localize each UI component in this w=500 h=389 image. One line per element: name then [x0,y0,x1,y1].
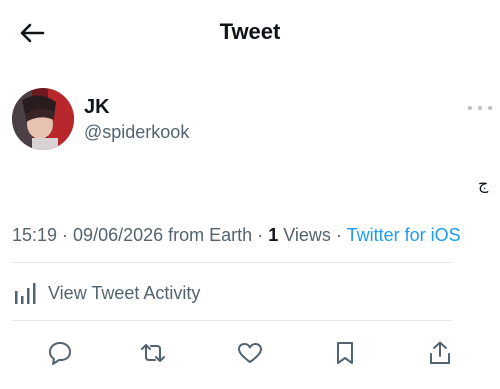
retweet-icon [141,344,165,362]
bookmark-icon [337,342,353,364]
page-title: Tweet [219,19,281,44]
tweet-source-link[interactable]: Twitter for iOS [347,225,461,245]
divider [12,320,452,321]
bookmark-button[interactable] [331,339,359,367]
view-tweet-activity-button[interactable]: View Tweet Activity [12,278,200,308]
retweet-button[interactable] [139,339,167,367]
tweet-time: 15:19 [12,225,58,245]
author-name[interactable]: JK [84,96,110,119]
avatar[interactable] [12,88,74,150]
share-button[interactable] [426,339,454,367]
reply-button[interactable] [46,339,74,367]
reply-icon [49,342,71,365]
tweet-text: ج [478,174,489,193]
views-label: Views [283,225,331,245]
tweet-location: from Earth [168,225,253,245]
more-options-button[interactable] [468,102,492,114]
heart-icon [238,343,262,363]
view-tweet-activity-label: View Tweet Activity [48,282,201,303]
more-dot-icon [468,106,472,110]
like-button[interactable] [236,339,264,367]
share-icon [430,341,450,364]
divider [12,262,452,263]
author-handle[interactable]: @spiderkook [84,122,189,143]
views-count: 1 [268,225,279,245]
bar-chart-icon [15,283,36,304]
more-dot-icon [488,106,492,110]
more-dot-icon [478,106,482,110]
avatar-image [12,88,74,150]
tweet-meta: 15:19 · 09/06/2026 from Earth · 1 Views … [12,225,461,245]
tweet-date: 09/06/2026 [73,225,164,245]
